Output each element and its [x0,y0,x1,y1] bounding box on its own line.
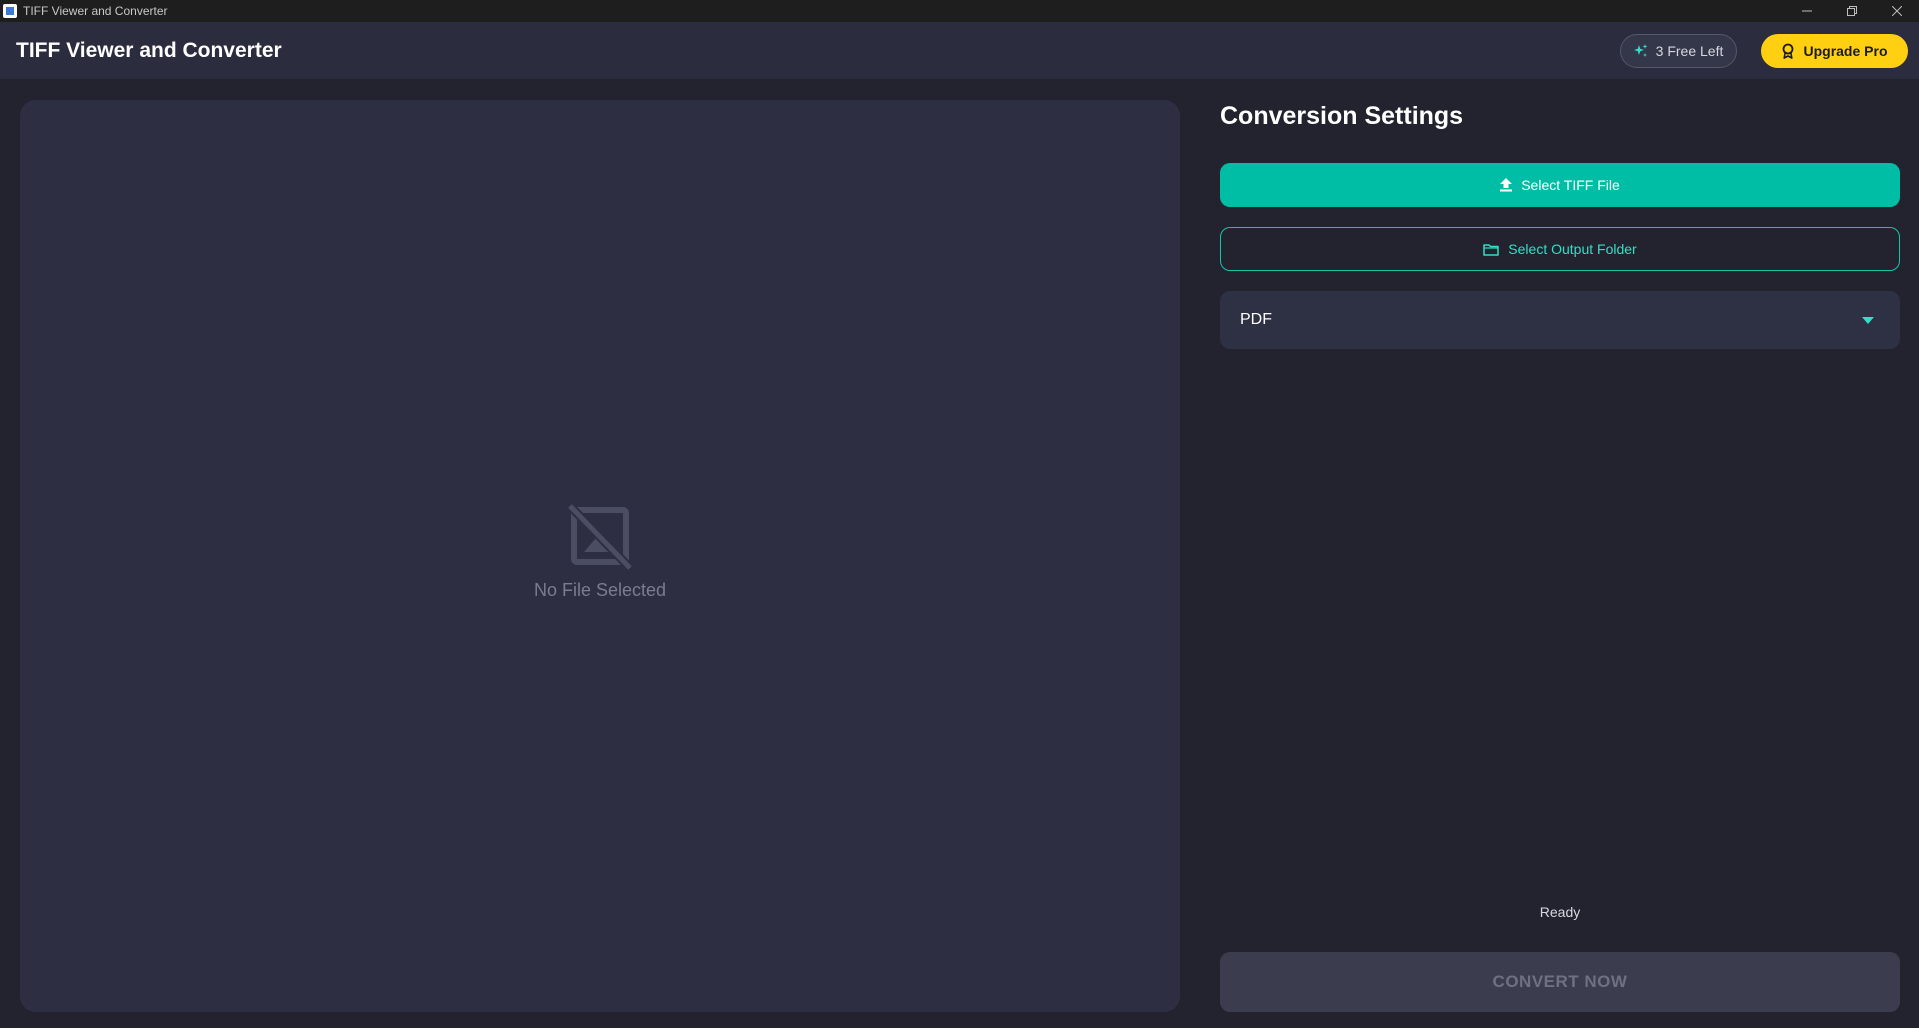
select-tiff-label: Select TIFF File [1521,177,1620,193]
caret-down-icon [1862,317,1874,324]
restore-icon [1846,6,1857,16]
select-folder-label: Select Output Folder [1508,241,1637,257]
window-controls [1784,0,1919,22]
convert-now-button[interactable]: CONVERT NOW [1220,952,1900,1012]
window-title: TIFF Viewer and Converter [23,4,168,18]
minimize-button[interactable] [1784,0,1829,22]
app-title: TIFF Viewer and Converter [16,38,282,62]
output-format-select[interactable]: PDF [1220,291,1900,349]
upload-icon [1500,178,1513,192]
app-icon [3,4,17,18]
upgrade-label: Upgrade Pro [1803,43,1888,59]
folder-icon [1483,243,1500,256]
close-button[interactable] [1874,0,1919,22]
select-tiff-button[interactable]: Select TIFF File [1220,163,1900,207]
window-titlebar: TIFF Viewer and Converter [0,0,1919,22]
badge-icon [1783,43,1794,59]
settings-title: Conversion Settings [1220,102,1464,130]
app-header: TIFF Viewer and Converter 3 Free Left Up… [0,22,1919,79]
status-text: Ready [1539,904,1581,920]
restore-button[interactable] [1829,0,1874,22]
select-output-folder-button[interactable]: Select Output Folder [1220,227,1900,271]
close-icon [1891,6,1902,16]
empty-placeholder: No File Selected [20,502,1180,601]
no-file-label: No File Selected [533,580,667,600]
free-left-label: 3 Free Left [1655,43,1724,59]
no-image-icon [566,502,634,572]
free-left-badge[interactable]: 3 Free Left [1620,34,1737,68]
image-preview-panel: No File Selected [20,100,1180,1012]
sparkle-icon [1633,44,1648,57]
upgrade-pro-button[interactable]: Upgrade Pro [1761,34,1908,68]
format-selected-value: PDF [1240,311,1272,328]
minimize-icon [1801,10,1812,12]
convert-label: CONVERT NOW [1492,972,1628,991]
